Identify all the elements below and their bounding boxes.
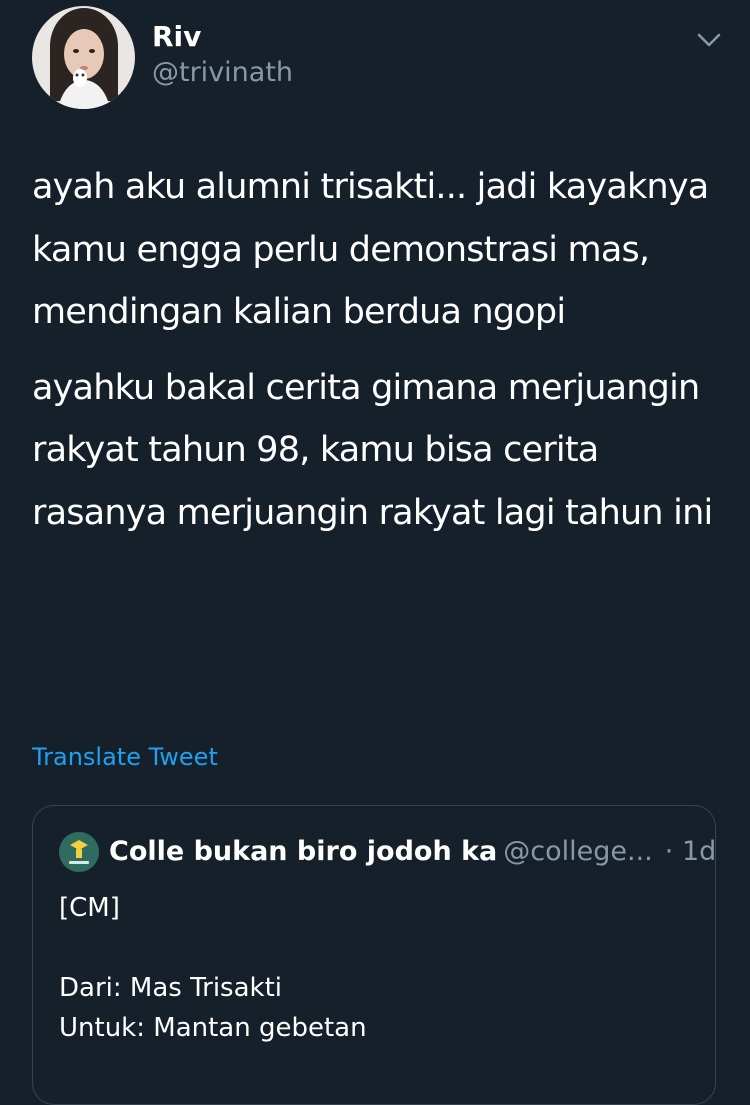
avatar-photo — [32, 6, 135, 109]
quoted-line — [59, 928, 689, 968]
author-avatar[interactable] — [32, 6, 135, 109]
quoted-line: [CM] — [59, 893, 120, 923]
author-handle[interactable]: @trivinath — [152, 56, 293, 90]
separator-dot: · — [664, 836, 674, 867]
quoted-author-handle: @college... — [503, 836, 653, 867]
translate-tweet-link[interactable]: Translate Tweet — [32, 740, 218, 774]
tweet-text: ayah aku alumni trisakti... jadi kayakny… — [32, 156, 722, 544]
quoted-line: Untuk: Mantan gebetan — [59, 1013, 367, 1043]
quoted-tweet-text: [CM] Dari: Mas Trisakti Untuk: Mantan ge… — [59, 888, 689, 1048]
quoted-author-avatar — [59, 832, 99, 872]
tweet-paragraph: ayahku bakal cerita gimana merjuangin ra… — [32, 367, 713, 533]
tweet-paragraph: ayah aku alumni trisakti... jadi kayakny… — [32, 167, 709, 332]
quoted-tweet-header: Colle bukan biro jodoh ka @college... · 1d — [109, 833, 716, 871]
quoted-line: Dari: Mas Trisakti — [59, 973, 282, 1003]
quoted-tweet[interactable]: Colle bukan biro jodoh ka @college... · 1d… — [32, 805, 716, 1105]
college-logo-icon — [59, 832, 99, 872]
chevron-down-icon[interactable] — [690, 22, 728, 58]
quoted-tweet-time: 1d — [681, 836, 717, 867]
author-display-name[interactable]: Riv — [152, 20, 201, 54]
quoted-author-name: Colle bukan biro jodoh ka — [109, 836, 498, 867]
tweet: Riv @trivinath ayah aku alumni trisakti.… — [0, 0, 750, 1105]
